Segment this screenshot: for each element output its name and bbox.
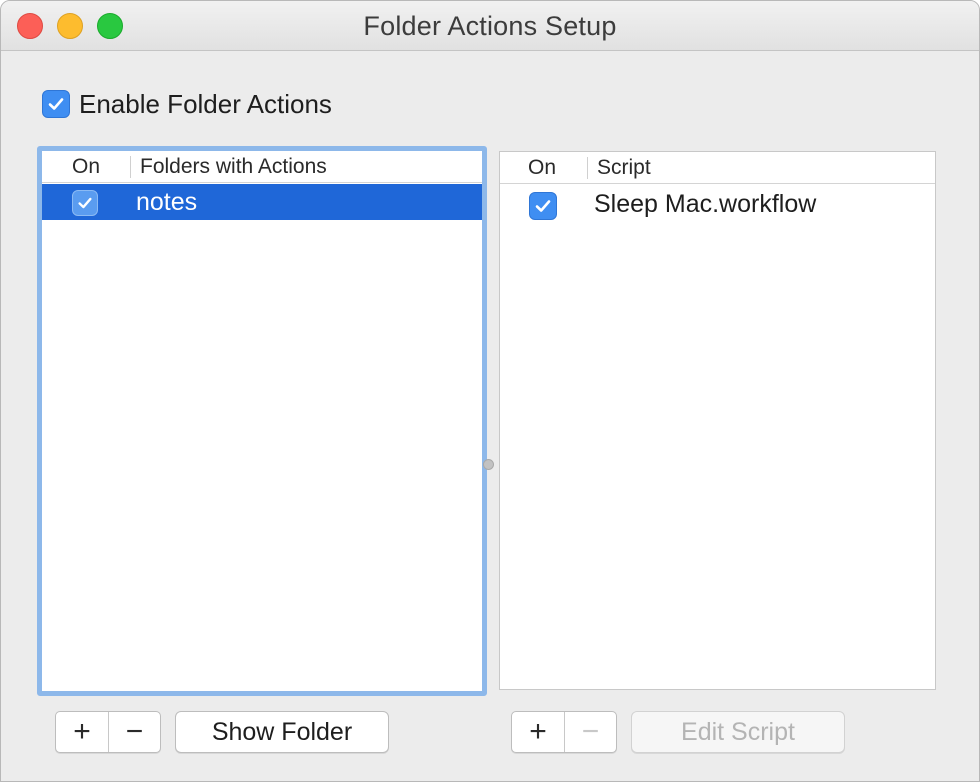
folder-add-remove-control: + − — [55, 711, 161, 753]
script-on-checkbox[interactable] — [529, 192, 557, 220]
enable-folder-actions-label: Enable Folder Actions — [79, 89, 332, 119]
column-header-on[interactable]: On — [72, 155, 100, 179]
column-header-on[interactable]: On — [528, 156, 556, 180]
script-name[interactable]: Sleep Mac.workflow — [594, 190, 816, 219]
remove-script-button[interactable]: − — [564, 712, 616, 752]
column-divider[interactable] — [587, 157, 588, 179]
window-title: Folder Actions Setup — [363, 11, 617, 41]
show-folder-button[interactable]: Show Folder — [175, 711, 389, 753]
column-header-script[interactable]: Script — [597, 156, 651, 180]
column-header-folders[interactable]: Folders with Actions — [140, 155, 327, 179]
column-divider[interactable] — [130, 156, 131, 178]
enable-folder-actions-checkbox[interactable] — [42, 90, 70, 118]
title-bar: Folder Actions Setup — [1, 1, 979, 51]
add-folder-button[interactable]: + — [56, 712, 108, 752]
table-row[interactable]: notes — [42, 184, 482, 220]
folder-on-checkbox[interactable] — [72, 190, 98, 216]
folders-table[interactable]: On Folders with Actions notes — [37, 146, 487, 696]
scripts-table[interactable]: On Script Sleep Mac.workflow — [499, 151, 936, 690]
checkmark-icon — [78, 197, 92, 209]
edit-script-button[interactable]: Edit Script — [631, 711, 845, 753]
checkmark-icon — [48, 98, 64, 110]
remove-folder-button[interactable]: − — [108, 712, 160, 752]
scripts-table-header: On Script — [500, 152, 935, 184]
add-script-button[interactable]: + — [512, 712, 564, 752]
checkmark-icon — [535, 200, 551, 212]
script-add-remove-control: + − — [511, 711, 617, 753]
folder-name: notes — [136, 188, 198, 216]
folder-actions-window: Folder Actions Setup Enable Folder Actio… — [0, 0, 980, 782]
folders-table-header: On Folders with Actions — [42, 151, 482, 183]
split-view-handle[interactable] — [483, 459, 494, 470]
